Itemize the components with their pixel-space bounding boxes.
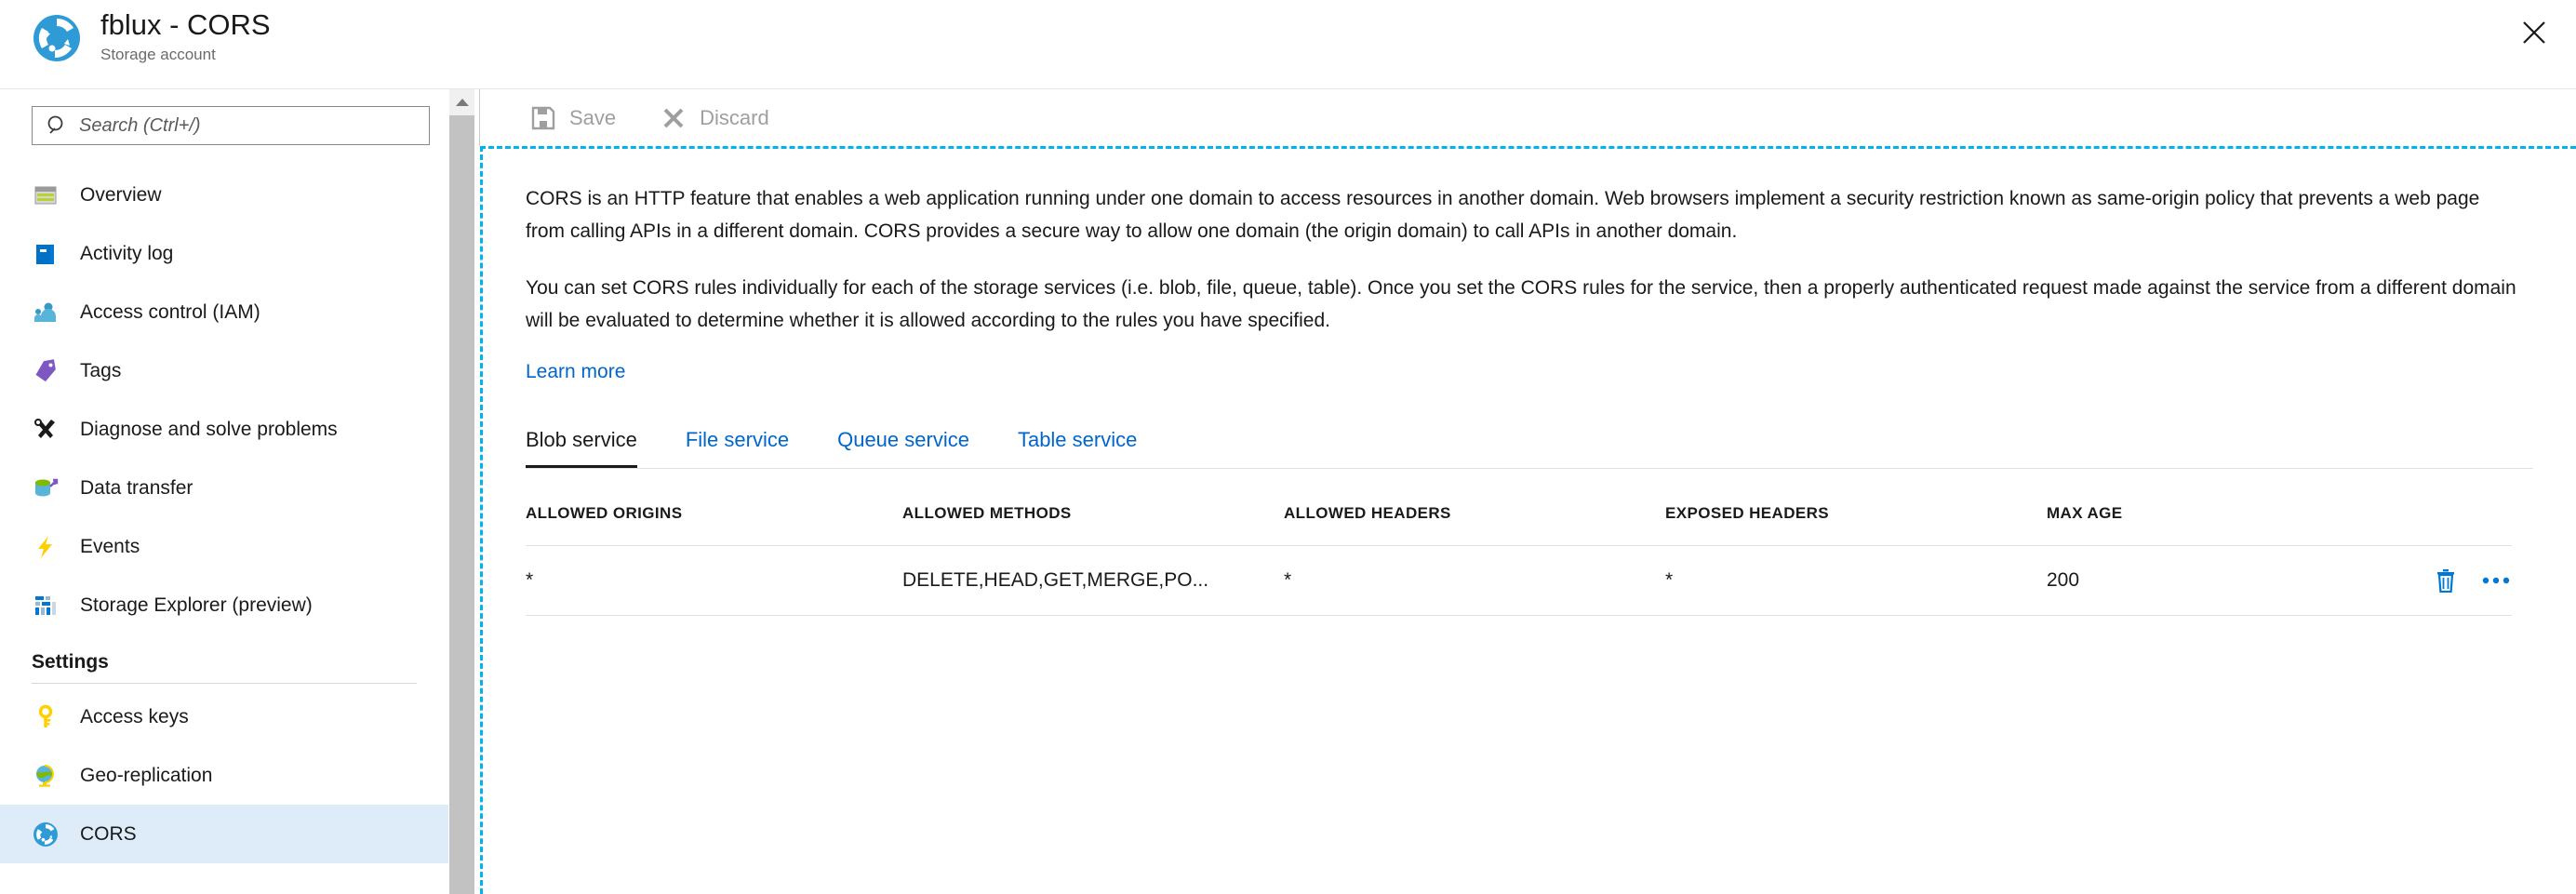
sidebar-item-overview[interactable]: Overview [0,166,448,224]
command-toolbar: Save Discard [480,89,814,146]
column-header-allowed-origins: ALLOWED ORIGINS [526,504,683,522]
diagnose-tools-icon [32,416,60,444]
cors-rules-table: ALLOWED ORIGINS ALLOWED METHODS ALLOWED … [526,504,2512,616]
sidebar-item-access-control[interactable]: Access control (IAM) [0,283,448,341]
sidebar-scrollbar-thumb[interactable] [449,115,474,841]
search-row [32,106,432,147]
sidebar-item-label: Geo-replication [80,764,213,786]
sidebar-item-tags[interactable]: Tags [0,341,448,400]
column-header-allowed-headers: ALLOWED HEADERS [1284,504,1451,522]
sidebar-item-diagnose[interactable]: Diagnose and solve problems [0,400,448,459]
sidebar: Overview Activity log Acc [0,89,448,894]
sidebar-item-activity-log[interactable]: Activity log [0,224,448,283]
save-button[interactable]: Save [530,105,616,131]
sidebar-item-data-transfer[interactable]: Data transfer [0,459,448,517]
tab-table-service[interactable]: Table service [1018,428,1137,468]
sidebar-item-storage-explorer[interactable]: Storage Explorer (preview) [0,576,448,634]
tab-blob-service[interactable]: Blob service [526,428,637,468]
table-row[interactable]: * DELETE,HEAD,GET,MERGE,PO... * * 200 [526,545,2512,616]
save-label: Save [569,105,617,129]
sidebar-item-label: Storage Explorer (preview) [80,594,313,616]
overview-icon [32,181,60,209]
column-header-allowed-methods: ALLOWED METHODS [902,504,1072,522]
cors-description-paragraph-1: CORS is an HTTP feature that enables a w… [526,188,2480,242]
sidebar-item-label: Tags [80,359,122,381]
key-icon [32,703,60,731]
resource-title-block: fblux - CORS Storage account [32,7,271,65]
sidebar-item-label: Events [80,535,140,557]
learn-more-link[interactable]: Learn more [526,361,625,382]
cors-description-paragraph-2: You can set CORS rules individually for … [526,277,2516,331]
cell-allowed-origins[interactable]: * [526,545,902,616]
column-header-exposed-headers: EXPOSED HEADERS [1665,504,1830,522]
sidebar-section-divider [32,683,417,684]
page-title: fblux - CORS [100,8,271,41]
content-area: Save Discard CORS is an HTTP feature tha… [480,89,2576,894]
sidebar-item-label: Access control (IAM) [80,300,260,323]
cell-exposed-headers[interactable]: * [1665,545,2047,616]
cors-panel: CORS is an HTTP feature that enables a w… [480,146,2576,894]
service-tabs: Blob service File service Queue service … [526,428,2533,469]
discard-x-icon [661,105,687,131]
sidebar-item-label: Overview [80,183,162,206]
storage-cors-icon [32,821,60,848]
access-control-icon [32,299,60,327]
column-header-actions [2382,504,2512,546]
search-input[interactable] [79,114,429,137]
events-lightning-icon [32,533,60,561]
trash-icon[interactable] [2430,565,2462,596]
cell-allowed-headers[interactable]: * [1284,545,1665,616]
sidebar-item-access-keys[interactable]: Access keys [0,687,448,746]
sidebar-nav: Overview Activity log Access control (IA… [0,166,448,863]
table-header-row: ALLOWED ORIGINS ALLOWED METHODS ALLOWED … [526,504,2512,546]
cell-max-age[interactable]: 200 [2047,545,2382,616]
storage-cors-icon [32,13,82,63]
sidebar-item-label: Data transfer [80,476,194,499]
search-box[interactable] [32,106,430,145]
column-header-max-age: MAX AGE [2047,504,2123,522]
globe-icon [32,762,60,790]
page-subtitle: Storage account [100,46,216,63]
tag-icon [32,357,60,385]
caret-up-icon[interactable] [449,89,474,115]
close-icon[interactable] [2515,13,2554,52]
storage-explorer-icon [32,592,60,620]
tab-file-service[interactable]: File service [686,428,789,468]
sidebar-section-settings: Settings [32,651,109,673]
data-transfer-icon [32,474,60,502]
sidebar-item-label: Access keys [80,705,189,727]
search-icon [46,113,77,138]
cell-allowed-methods[interactable]: DELETE,HEAD,GET,MERGE,PO... [902,545,1284,616]
sidebar-item-label: Activity log [80,242,174,264]
discard-button[interactable]: Discard [661,105,769,131]
save-disk-icon [530,105,556,131]
cell-row-actions [2382,545,2512,616]
ellipsis-icon[interactable] [2480,565,2512,596]
sidebar-item-events[interactable]: Events [0,517,448,576]
sidebar-item-label: Diagnose and solve problems [80,418,338,440]
sidebar-item-label: CORS [80,822,137,845]
discard-label: Discard [700,105,769,129]
sidebar-item-cors[interactable]: CORS [0,805,448,863]
tab-queue-service[interactable]: Queue service [837,428,969,468]
title-bar: fblux - CORS Storage account [0,0,2576,89]
sidebar-item-geo-replication[interactable]: Geo-replication [0,746,448,805]
activity-log-icon [32,240,60,268]
